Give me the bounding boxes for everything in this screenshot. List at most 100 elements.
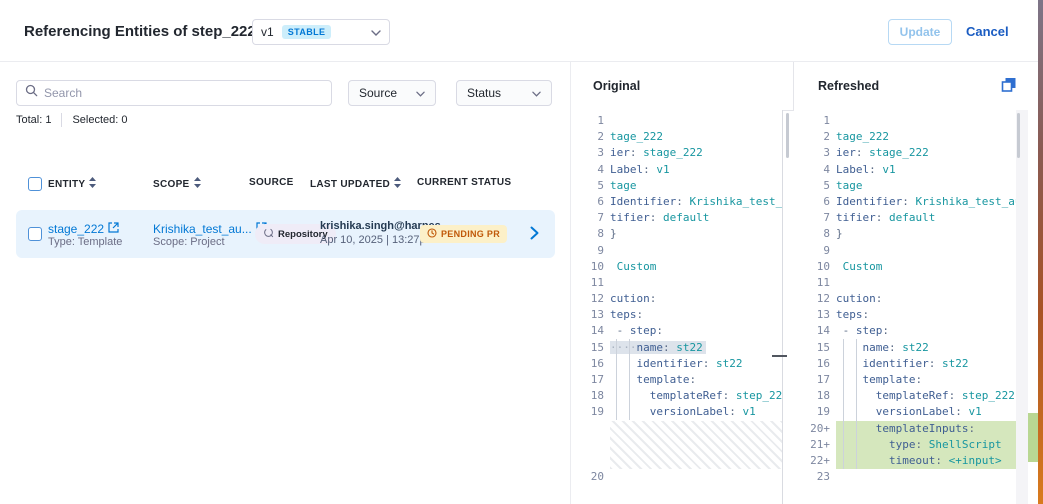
code-line: 2tage_222 bbox=[808, 129, 1016, 145]
line-number: 23 bbox=[808, 469, 830, 485]
code-line: 16 identifier: st22 bbox=[808, 356, 1016, 372]
line-number: 9 bbox=[582, 243, 604, 259]
entity-link[interactable]: stage_222 bbox=[48, 222, 104, 236]
line-number: 6 bbox=[808, 194, 830, 210]
entity-type: Type: Template bbox=[48, 236, 122, 248]
indent-guide bbox=[856, 339, 857, 469]
summary-divider bbox=[61, 113, 62, 127]
code-line: 4Label: v1 bbox=[582, 162, 782, 178]
code-line: 8} bbox=[582, 226, 782, 242]
scope-sub: Scope: Project bbox=[153, 236, 225, 248]
row-checkbox[interactable] bbox=[28, 227, 42, 241]
code-line: 13teps: bbox=[582, 307, 782, 323]
sort-icon[interactable] bbox=[394, 177, 401, 191]
line-number: 5 bbox=[808, 178, 830, 194]
column-header-current-status: CURRENT STATUS bbox=[417, 177, 511, 188]
stable-badge: STABLE bbox=[282, 25, 332, 39]
line-number: 8 bbox=[582, 226, 604, 242]
diff-header-divider bbox=[793, 62, 794, 110]
line-number: 15 bbox=[582, 340, 604, 356]
line-number: 19 bbox=[582, 404, 604, 420]
scope-link[interactable]: Krishika_test_au... bbox=[153, 222, 252, 236]
updated-at: Apr 10, 2025 | 13:27pm bbox=[320, 234, 435, 246]
code-line: 3ier: stage_222 bbox=[808, 145, 1016, 161]
expand-row-chevron-icon[interactable] bbox=[530, 226, 539, 245]
line-number: 10 bbox=[808, 259, 830, 275]
status-filter-select[interactable]: Status bbox=[456, 80, 552, 106]
column-header-entity[interactable]: ENTITY bbox=[48, 177, 96, 191]
diff-overview-ruler[interactable] bbox=[1028, 110, 1038, 504]
line-number: 7 bbox=[808, 210, 830, 226]
line-number: 9 bbox=[808, 243, 830, 259]
code-line: 23 bbox=[808, 469, 1016, 485]
search-box[interactable] bbox=[16, 80, 332, 106]
copy-icon[interactable] bbox=[1001, 77, 1017, 98]
code-line: 22+ timeout: <+input> bbox=[808, 453, 1016, 469]
line-number: 5 bbox=[582, 178, 604, 194]
code-line: 20+ templateInputs: bbox=[808, 421, 1016, 437]
line-number: 2 bbox=[582, 129, 604, 145]
line-number: 13 bbox=[808, 307, 830, 323]
code-line: 17 template: bbox=[582, 372, 782, 388]
original-panel-title: Original bbox=[593, 79, 640, 93]
line-number: 17 bbox=[808, 372, 830, 388]
code-line: 11 bbox=[808, 275, 1016, 291]
version-select[interactable]: v1 STABLE bbox=[252, 19, 390, 45]
line-number: 4 bbox=[808, 162, 830, 178]
original-code-panel[interactable]: 12tage_2223ier: stage_2224Label: v15tage… bbox=[570, 110, 782, 504]
column-header-scope[interactable]: SCOPE bbox=[153, 177, 201, 191]
line-number: 6 bbox=[582, 194, 604, 210]
sort-icon[interactable] bbox=[89, 177, 96, 191]
refreshed-scrollbar[interactable] bbox=[1017, 113, 1020, 158]
search-input[interactable] bbox=[44, 86, 304, 100]
code-line: 15····name: st22 bbox=[582, 340, 782, 356]
line-number: 3 bbox=[582, 145, 604, 161]
line-number: 14 bbox=[582, 323, 604, 339]
code-line: 15 name: st22 bbox=[808, 340, 1016, 356]
diff-collapsed-region bbox=[610, 421, 782, 470]
chevron-down-icon bbox=[371, 23, 381, 41]
code-line: 7tifier: default bbox=[582, 210, 782, 226]
cancel-button[interactable]: Cancel bbox=[966, 24, 1009, 39]
line-number: 17 bbox=[582, 372, 604, 388]
status-filter-label: Status bbox=[467, 86, 501, 100]
line-number: 13 bbox=[582, 307, 604, 323]
version-label: v1 bbox=[261, 25, 274, 39]
refreshed-panel-title: Refreshed bbox=[818, 79, 879, 93]
refreshed-scrollbar-track[interactable] bbox=[1016, 110, 1028, 504]
original-scrollbar[interactable] bbox=[786, 113, 789, 158]
code-line: 6Identifier: Krishika_test_aut bbox=[582, 194, 782, 210]
update-button[interactable]: Update bbox=[888, 19, 952, 45]
overview-added-marker bbox=[1028, 413, 1038, 462]
background-edge-strip bbox=[1038, 0, 1043, 504]
line-number: 11 bbox=[582, 275, 604, 291]
code-line: 17 template: bbox=[808, 372, 1016, 388]
modal-header: Referencing Entities of step_222 v1 STAB… bbox=[0, 0, 1043, 62]
source-filter-select[interactable]: Source bbox=[348, 80, 436, 106]
code-line: 21+ type: ShellScript bbox=[808, 437, 1016, 453]
code-line: 3ier: stage_222 bbox=[582, 145, 782, 161]
sort-icon[interactable] bbox=[194, 177, 201, 191]
code-line: 18 templateRef: step_222 bbox=[808, 388, 1016, 404]
selected-count: Selected: 0 bbox=[72, 114, 127, 126]
line-number: 14 bbox=[808, 323, 830, 339]
line-number: 1 bbox=[808, 113, 830, 129]
refreshed-code-panel[interactable]: 12tage_2223ier: stage_2224Label: v15tage… bbox=[782, 110, 1016, 504]
column-header-last-updated[interactable]: LAST UPDATED bbox=[310, 177, 401, 191]
code-line: 10 Custom bbox=[808, 259, 1016, 275]
line-number: 19 bbox=[808, 404, 830, 420]
page-title: Referencing Entities of step_222 bbox=[24, 23, 256, 40]
line-number: 4 bbox=[582, 162, 604, 178]
line-number: 3 bbox=[808, 145, 830, 161]
code-line: 11 bbox=[582, 275, 782, 291]
line-number: 1 bbox=[582, 113, 604, 129]
select-all-checkbox[interactable] bbox=[28, 177, 42, 191]
code-line: 14 - step: bbox=[808, 323, 1016, 339]
column-header-source: SOURCE bbox=[249, 177, 294, 188]
code-line: 7tifier: default bbox=[808, 210, 1016, 226]
code-line: 1 bbox=[808, 113, 1016, 129]
line-number: 20+ bbox=[808, 421, 830, 437]
source-filter-label: Source bbox=[359, 86, 397, 100]
line-number: 16 bbox=[582, 356, 604, 372]
line-number: 21+ bbox=[808, 437, 830, 453]
